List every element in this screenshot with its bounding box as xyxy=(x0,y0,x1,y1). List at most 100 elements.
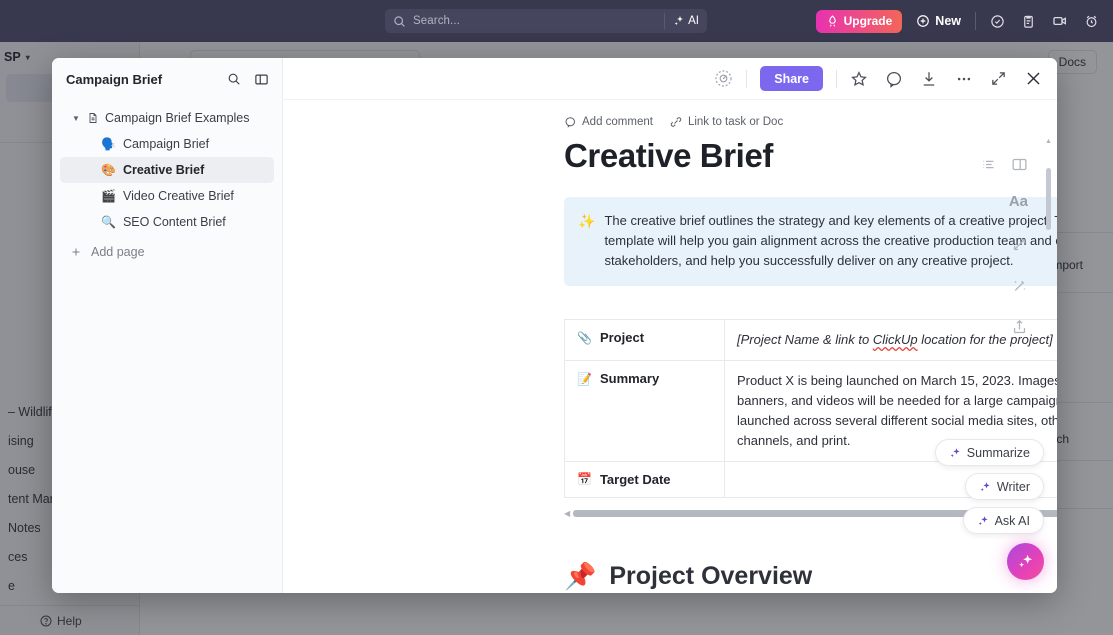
ai-summarize-button[interactable]: Summarize xyxy=(934,439,1044,466)
sparkles-icon: ✨ xyxy=(578,213,596,229)
chevron-down-icon[interactable]: ▼ xyxy=(72,114,81,123)
chevron-left-icon[interactable]: ◀ xyxy=(564,509,570,518)
comment-icon xyxy=(565,117,576,128)
add-comment-button[interactable]: Add comment xyxy=(564,116,653,128)
calendar-icon: 📅 xyxy=(577,472,592,487)
search-divider xyxy=(664,13,666,29)
document-meta-row: Add comment Link to task or Doc xyxy=(564,116,1057,128)
palette-icon: 🎨 xyxy=(101,163,116,177)
new-button[interactable]: New xyxy=(916,14,961,28)
search-icon xyxy=(394,15,405,27)
page-tree-item-label: SEO Content Brief xyxy=(122,215,226,229)
document-toolbar: Share xyxy=(283,58,1057,100)
plus-icon xyxy=(72,248,80,256)
ai-sparkle-icon xyxy=(1019,554,1033,568)
link-icon xyxy=(670,117,682,127)
page-tree-item-label: Campaign Brief Examples xyxy=(105,111,250,125)
page-tree-item-video-creative-brief[interactable]: 🎬 Video Creative Brief xyxy=(60,183,274,209)
document-vertical-scrollbar[interactable]: ▲ ▼ xyxy=(1045,138,1052,593)
document-icon xyxy=(89,113,97,123)
ai-writer-label: Writer xyxy=(996,479,1030,494)
speaking-head-icon: 🗣️ xyxy=(101,137,116,151)
topbar-left-spacer xyxy=(0,0,385,42)
ai-sparkle-icon xyxy=(978,515,988,525)
alarm-clock-icon[interactable] xyxy=(1084,14,1099,29)
upgrade-label: Upgrade xyxy=(843,14,893,28)
star-icon[interactable] xyxy=(850,70,868,88)
share-button[interactable]: Share xyxy=(760,66,823,91)
table-key-cell: 📅 Target Date xyxy=(564,460,725,498)
table-key-label: Target Date xyxy=(599,471,671,487)
panel-layout-icon[interactable] xyxy=(1011,156,1028,178)
more-options-icon[interactable] xyxy=(955,70,973,88)
document-scrollbar-thumb[interactable] xyxy=(1046,168,1051,230)
search-input[interactable]: Search... xyxy=(413,15,656,27)
add-comment-label: Add comment xyxy=(582,116,653,128)
ai-ask-button[interactable]: Ask AI xyxy=(962,507,1044,534)
check-circle-icon[interactable] xyxy=(990,14,1005,29)
pushpin-icon: 📌 xyxy=(564,560,597,591)
magnifying-glass-icon: 🔍 xyxy=(101,215,116,229)
document-scroll-area[interactable]: Add comment Link to task or Doc Creative… xyxy=(283,100,1057,593)
page-tree-item-label: Creative Brief xyxy=(122,163,205,177)
target-circle-icon[interactable] xyxy=(714,69,733,88)
clipboard-icon[interactable] xyxy=(1021,14,1036,29)
document-pane: Share Add comment Link to task or Doc Cr… xyxy=(283,58,1057,593)
table-key-label: Summary xyxy=(599,371,660,387)
font-size-icon: Aa xyxy=(1008,192,1028,210)
share-upload-icon[interactable] xyxy=(984,306,1028,347)
page-tree-item-label: Campaign Brief xyxy=(122,137,210,151)
search-ai-label: AI xyxy=(688,15,699,27)
search-icon[interactable] xyxy=(227,72,241,86)
ai-sparkle-icon xyxy=(980,481,990,491)
topbar-actions: Upgrade New xyxy=(815,9,1113,33)
download-icon[interactable] xyxy=(920,70,938,88)
ai-sparkle-icon xyxy=(950,447,960,457)
clapper-board-icon: 🎬 xyxy=(101,189,116,203)
page-tree-item-seo-content-brief[interactable]: 🔍 SEO Content Brief xyxy=(60,209,274,235)
page-tree-item-label: Video Creative Brief xyxy=(122,189,234,203)
expand-icon[interactable] xyxy=(990,70,1007,87)
comment-icon[interactable] xyxy=(885,70,903,88)
relationships-icon[interactable] xyxy=(984,224,1028,265)
ai-writer-button[interactable]: Writer xyxy=(964,473,1044,500)
link-to-task-label: Link to task or Doc xyxy=(687,116,784,128)
pages-panel-header: Campaign Brief xyxy=(52,58,282,100)
panel-layout-icon[interactable] xyxy=(254,72,269,87)
ai-sparkle-icon xyxy=(674,16,684,26)
pages-panel-title: Campaign Brief xyxy=(66,71,163,87)
plus-circle-icon xyxy=(917,15,930,27)
pages-panel: Campaign Brief ▼ Campaign Brief Examples… xyxy=(52,58,283,593)
ai-wand-icon[interactable] xyxy=(984,265,1028,306)
upgrade-button[interactable]: Upgrade xyxy=(815,9,903,33)
chevron-up-icon[interactable]: ▲ xyxy=(1045,138,1052,145)
link-to-task-button[interactable]: Link to task or Doc xyxy=(670,116,783,128)
document-right-rail: Aa xyxy=(981,156,1028,347)
video-camera-icon[interactable] xyxy=(1052,13,1068,29)
add-page-button[interactable]: Add page xyxy=(60,239,274,265)
page-tree-item-creative-brief[interactable]: 🎨 Creative Brief xyxy=(60,157,274,183)
outline-list-icon[interactable] xyxy=(981,157,996,177)
memo-icon: 📝 xyxy=(577,371,592,386)
table-key-cell: 📎 Project xyxy=(564,319,725,362)
page-tree-root-item[interactable]: ▼ Campaign Brief Examples xyxy=(60,105,274,131)
close-icon[interactable] xyxy=(1024,69,1043,88)
toolbar-divider xyxy=(836,69,837,88)
table-key-label: Project xyxy=(599,330,645,346)
font-size-button[interactable]: Aa xyxy=(984,178,1028,224)
ai-actions-stack: Summarize Writer Ask AI xyxy=(934,439,1044,580)
doc-modal: Campaign Brief ▼ Campaign Brief Examples… xyxy=(52,58,1057,593)
page-tree-item-campaign-brief[interactable]: 🗣️ Campaign Brief xyxy=(60,131,274,157)
rail-row-top xyxy=(981,156,1028,178)
add-page-label: Add page xyxy=(91,245,145,259)
app-root: SP ▾ – Wildlife ising ouse tent Man Note… xyxy=(0,0,1113,635)
search-ai-button[interactable]: AI xyxy=(673,15,699,27)
toolbar-divider xyxy=(746,69,748,88)
global-search-bar[interactable]: Search... AI xyxy=(385,9,707,33)
ai-fab-button[interactable] xyxy=(1007,543,1044,580)
ai-ask-label: Ask AI xyxy=(994,513,1030,528)
new-label: New xyxy=(935,14,961,28)
project-value-prefix: [Project Name & link to xyxy=(737,332,873,348)
rocket-upgrade-icon xyxy=(828,14,836,27)
paperclip-icon: 📎 xyxy=(577,330,592,345)
